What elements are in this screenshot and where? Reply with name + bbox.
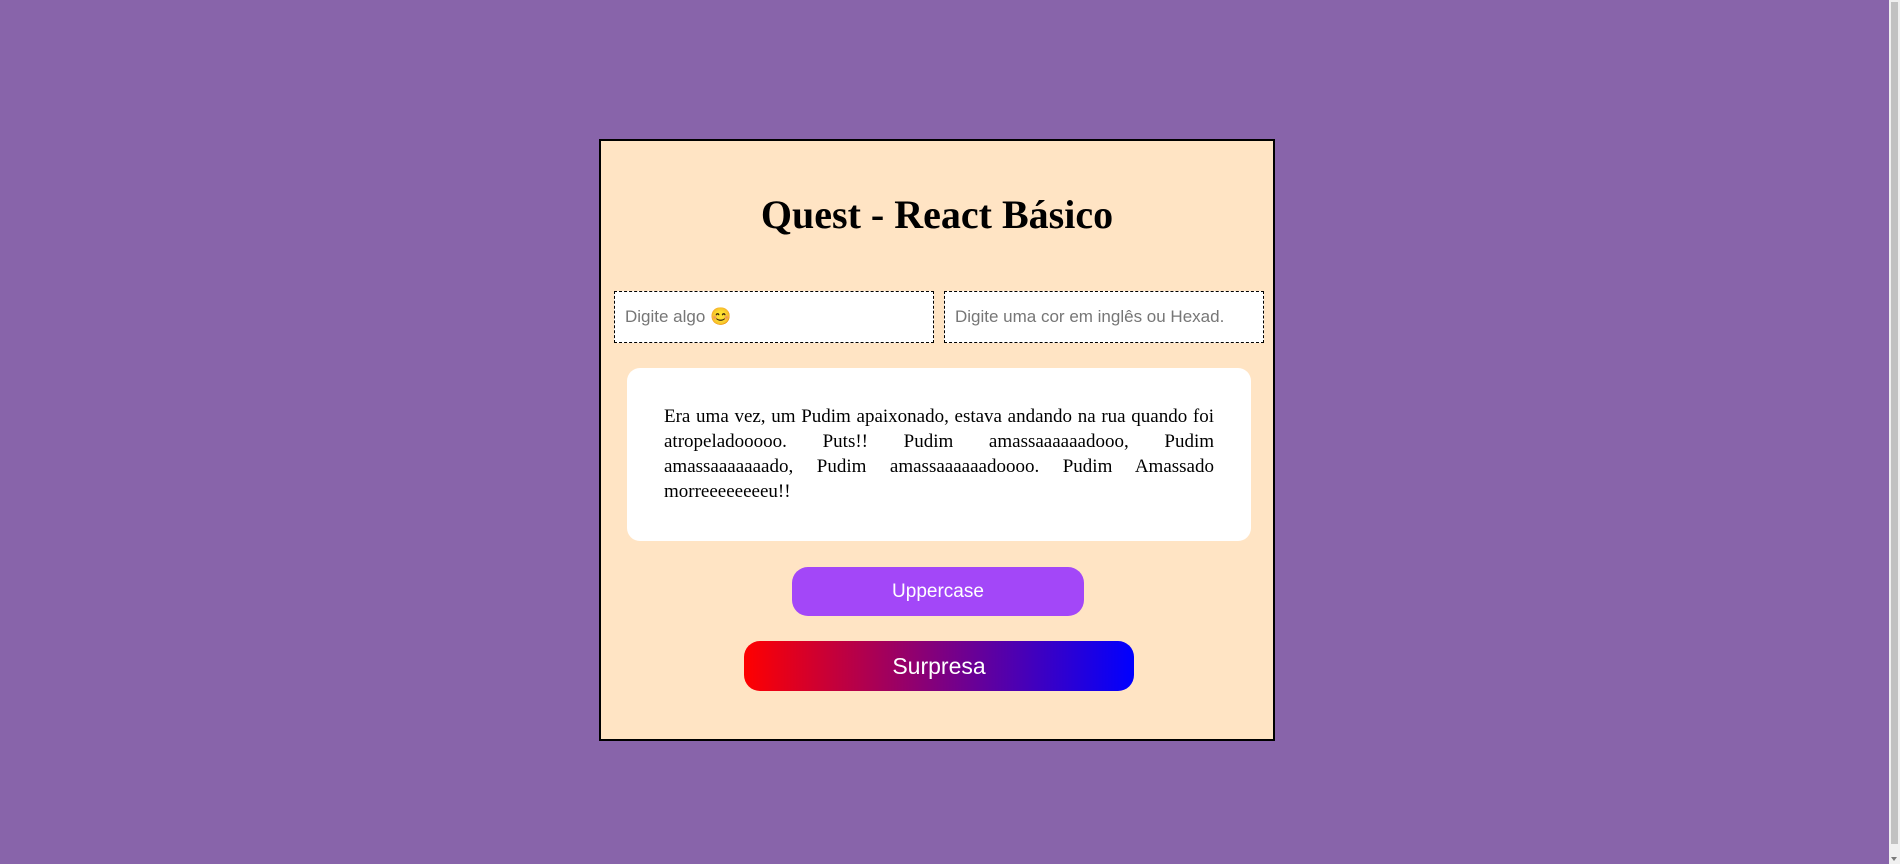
story-box: Era uma vez, um Pudim apaixonado, estava… xyxy=(627,368,1251,541)
scrollbar-thumb[interactable] xyxy=(1891,2,1898,844)
quest-card: Quest - React Básico Era uma vez, um Pud… xyxy=(599,139,1275,741)
uppercase-button[interactable]: Uppercase xyxy=(792,567,1084,616)
color-input[interactable] xyxy=(944,291,1264,343)
surprise-button[interactable]: Surpresa xyxy=(744,641,1134,691)
page-scrollbar[interactable] xyxy=(1889,0,1900,864)
text-input[interactable] xyxy=(614,291,934,343)
scroll-down-icon[interactable] xyxy=(1891,857,1897,861)
page-title: Quest - React Básico xyxy=(760,192,1114,237)
story-text: Era uma vez, um Pudim apaixonado, estava… xyxy=(664,406,1214,502)
